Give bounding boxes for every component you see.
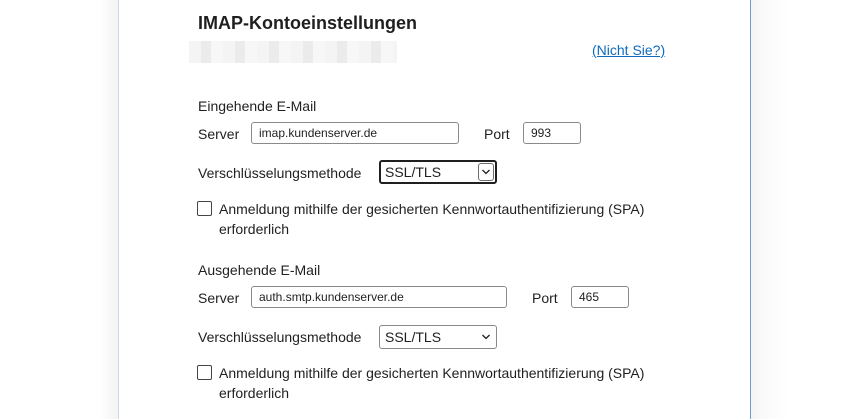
outgoing-spa-label: Anmeldung mithilfe der gesicherten Kennw…: [219, 365, 645, 401]
outgoing-encryption-value: SSL/TLS: [385, 329, 442, 345]
not-you-link[interactable]: (Nicht Sie?): [592, 42, 665, 58]
dialog-title: IMAP-Kontoeinstellungen: [198, 13, 417, 33]
outgoing-encryption-select[interactable]: SSL/TLS: [379, 325, 497, 349]
redacted-email-address: [189, 41, 397, 63]
incoming-encryption-label: Verschlüsselungsmethode: [198, 165, 362, 181]
outgoing-spa-checkbox[interactable]: [197, 365, 212, 380]
incoming-encryption-select[interactable]: SSL/TLS: [379, 160, 497, 184]
incoming-server-input[interactable]: [251, 122, 459, 144]
incoming-section-label: Eingehende E-Mail: [198, 98, 317, 114]
incoming-encryption-value: SSL/TLS: [385, 164, 442, 180]
incoming-port-input[interactable]: [523, 122, 581, 144]
outgoing-encryption-label: Verschlüsselungsmethode: [198, 329, 362, 345]
outgoing-server-label: Server: [198, 290, 240, 306]
incoming-server-label: Server: [198, 126, 240, 142]
imap-settings-dialog: IMAP-Kontoeinstellungen (Nicht Sie?) Ein…: [118, 0, 751, 419]
outgoing-server-input[interactable]: [251, 286, 507, 308]
chevron-down-icon: [479, 329, 493, 345]
incoming-spa-checkbox[interactable]: [197, 201, 212, 216]
outgoing-port-label: Port: [532, 290, 558, 306]
chevron-down-icon: [478, 163, 494, 181]
outgoing-section-label: Ausgehende E-Mail: [198, 262, 321, 278]
incoming-port-label: Port: [484, 126, 510, 142]
outgoing-port-input[interactable]: [571, 286, 629, 308]
incoming-spa-label: Anmeldung mithilfe der gesicherten Kennw…: [219, 201, 645, 237]
